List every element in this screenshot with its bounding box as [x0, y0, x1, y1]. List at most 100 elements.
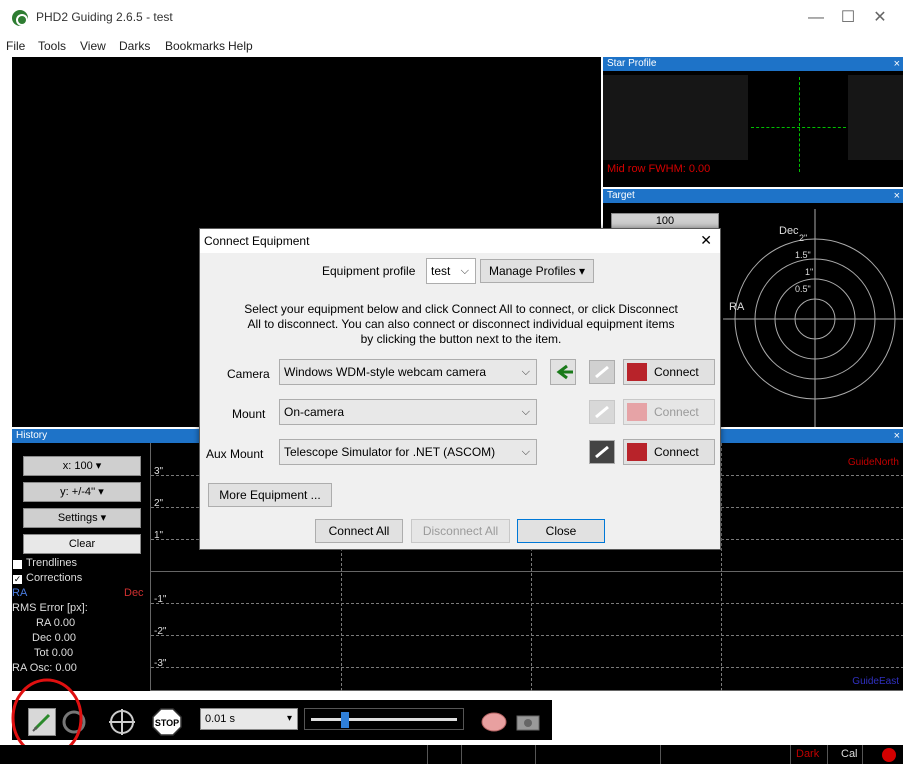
close-dialog-button[interactable]: Close [517, 519, 605, 543]
disconnect-all-button: Disconnect All [411, 519, 510, 543]
manage-profiles-button[interactable]: Manage Profiles ▾ [480, 259, 594, 283]
manage-profiles-label: Manage Profiles [488, 264, 576, 278]
target-dec-label: Dec [779, 225, 799, 237]
camera-value: Windows WDM-style webcam camera [284, 365, 487, 379]
brain-icon [481, 712, 507, 732]
exposure-dropdown[interactable]: 0.01 s ▾ [200, 708, 298, 730]
guide-button[interactable] [108, 708, 136, 736]
ring-label-1: 1" [805, 267, 814, 277]
mount-settings-tool-button [589, 400, 615, 424]
corrections-checkbox[interactable]: ✓ [13, 575, 22, 584]
aux-mount-connect-button[interactable]: Connect [623, 439, 715, 465]
rms-error-label: RMS Error [px]: [12, 602, 88, 614]
profile-crosshair-v [799, 77, 800, 172]
connect-all-button[interactable]: Connect All [315, 519, 403, 543]
camera-select[interactable]: Windows WDM-style webcam camera ⌵ [279, 359, 537, 385]
y-tick-1: 1" [154, 530, 164, 541]
trendlines-label: Trendlines [26, 557, 77, 569]
menu-view[interactable]: View [80, 39, 106, 53]
menu-file[interactable]: File [6, 39, 25, 53]
dialog-title: Connect Equipment [204, 234, 310, 248]
chevron-down-icon: ⌵ [521, 366, 530, 378]
close-window-button[interactable]: ✕ [870, 8, 890, 28]
plug-red-icon [627, 443, 647, 461]
stop-icon-text: STOP [155, 718, 179, 728]
maximize-button[interactable]: ☐ [838, 8, 858, 28]
slider-thumb[interactable] [341, 712, 349, 728]
minimize-button[interactable]: — [806, 8, 826, 28]
aux-mount-value: Telescope Simulator for .NET (ASCOM) [284, 445, 496, 459]
connect-equipment-dialog: Connect Equipment ✕ Equipment profile te… [199, 228, 721, 550]
aux-mount-select[interactable]: Telescope Simulator for .NET (ASCOM) ⌵ [279, 439, 537, 465]
menu-darks[interactable]: Darks [119, 39, 150, 53]
fwhm-readout: Mid row FWHM: 0.00 [607, 163, 711, 175]
chevron-down-icon: ⌵ [460, 265, 469, 277]
target-ra-label: RA [729, 301, 745, 313]
y-scale-dropdown[interactable]: y: +/-4'' ▾ [23, 482, 141, 502]
camera-settings-button[interactable] [514, 708, 542, 736]
wrench-icon [595, 405, 609, 419]
dialog-titlebar: Connect Equipment ✕ [200, 229, 720, 253]
wrench-icon [595, 365, 609, 379]
camera-swap-button[interactable] [550, 359, 576, 385]
guide-east-label: GuideEast [852, 676, 899, 687]
chevron-down-icon: ⌵ [521, 446, 530, 458]
plug-red-icon [627, 363, 647, 381]
mount-connect-label: Connect [654, 405, 699, 419]
slider-track [311, 718, 457, 721]
menu-tools[interactable]: Tools [38, 39, 66, 53]
trendlines-checkbox[interactable] [13, 560, 22, 569]
stop-icon: STOP [152, 708, 182, 736]
y-scale-value: y: +/-4'' [60, 486, 96, 498]
camera-label: Camera [227, 367, 270, 381]
ring-label-2: 2" [799, 233, 808, 243]
exposure-value: 0.01 s [205, 713, 235, 725]
rms-ra-value: RA 0.00 [36, 617, 76, 629]
profile-crosshair-h [751, 127, 846, 128]
stop-button[interactable]: STOP [152, 708, 182, 736]
profile-label: Equipment profile [322, 264, 416, 278]
status-bar [0, 745, 903, 764]
history-clear-button[interactable]: Clear [23, 534, 141, 554]
menu-help[interactable]: Help [228, 39, 253, 53]
mount-connect-button: Connect [623, 399, 715, 425]
star-profile-panel: Star Profile × Mid row FWHM: 0.00 [603, 57, 903, 187]
more-equipment-button[interactable]: More Equipment ... [208, 483, 332, 507]
corrections-label: Corrections [26, 572, 83, 584]
brain-button[interactable] [480, 708, 508, 736]
guide-north-label: GuideNorth [847, 457, 899, 468]
mount-value: On-camera [284, 405, 345, 419]
mount-select[interactable]: On-camera ⌵ [279, 399, 537, 425]
target-scale-dropdown[interactable]: 100 [611, 213, 719, 229]
camera-connect-label: Connect [654, 365, 699, 379]
instructions-text: Select your equipment below and click Co… [200, 302, 722, 347]
profile-value: test [431, 264, 451, 278]
y-tick-neg2: -2" [154, 626, 167, 637]
target-close-icon[interactable]: × [894, 189, 900, 203]
status-led-icon [882, 748, 896, 762]
target-header: Target × [603, 189, 903, 203]
chevron-down-icon: ⌵ [521, 406, 530, 418]
gamma-slider[interactable] [304, 708, 464, 730]
x-scale-dropdown[interactable]: x: 100 ▾ [23, 456, 141, 476]
y-tick-neg3: -3" [154, 658, 167, 669]
ra-legend: RA [12, 587, 28, 599]
history-settings-dropdown[interactable]: Settings ▾ [23, 508, 141, 528]
menu-bookmarks[interactable]: Bookmarks [165, 39, 225, 53]
star-profile-close-icon[interactable]: × [894, 57, 900, 71]
wrench-icon [595, 445, 609, 459]
dialog-close-icon[interactable]: ✕ [700, 232, 712, 249]
aux-mount-settings-tool-button[interactable] [589, 440, 615, 464]
camera-connect-button[interactable]: Connect [623, 359, 715, 385]
profile-select[interactable]: test ⌵ [426, 258, 476, 284]
window-title: PHD2 Guiding 2.6.5 - test [36, 10, 173, 24]
cal-status: Cal [841, 748, 858, 760]
x-scale-value: x: 100 [62, 460, 93, 472]
history-close-icon[interactable]: × [894, 429, 900, 443]
chevron-down-icon: ▾ [286, 713, 292, 724]
camera-settings-tool-button[interactable] [589, 360, 615, 384]
target-title: Target [607, 190, 635, 201]
star-profile-header: Star Profile × [603, 57, 903, 71]
history-title: History [16, 430, 48, 441]
y-tick-neg1: -1" [154, 594, 167, 605]
